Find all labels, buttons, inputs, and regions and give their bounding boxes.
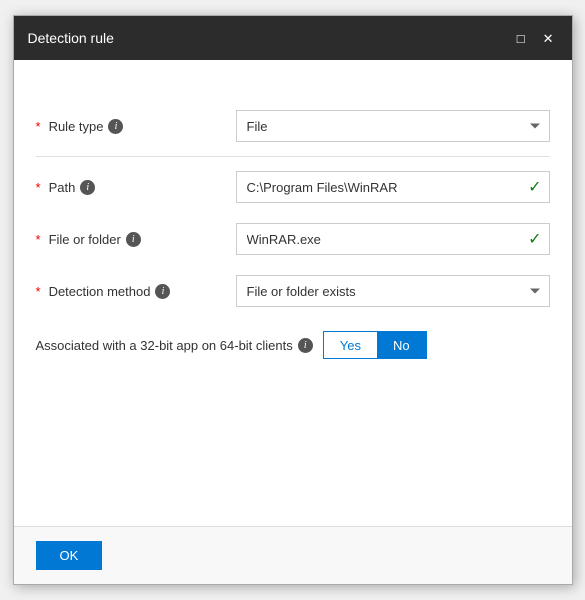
required-star-file: *: [36, 232, 41, 247]
associated-label: Associated with a 32-bit app on 64-bit c…: [36, 338, 313, 353]
rule-type-info-icon: i: [108, 119, 123, 134]
rule-type-select[interactable]: File Registry MSI Script: [236, 110, 550, 142]
path-group: * Path i ✓: [36, 161, 550, 213]
associated-32bit-row: Associated with a 32-bit app on 64-bit c…: [36, 321, 550, 369]
path-valid-icon: ✓: [528, 177, 541, 197]
dialog-body: * Rule type i File Registry MSI Script *…: [14, 60, 572, 527]
file-folder-input-wrapper: ✓: [236, 223, 550, 255]
path-label: * Path i: [36, 180, 236, 195]
detection-method-label-text: Detection method: [49, 284, 151, 299]
rule-type-label-text: Rule type: [49, 119, 104, 134]
path-info-icon: i: [80, 180, 95, 195]
rule-type-group: * Rule type i File Registry MSI Script: [36, 100, 550, 152]
file-folder-valid-icon: ✓: [528, 229, 541, 249]
associated-label-text: Associated with a 32-bit app on 64-bit c…: [36, 338, 293, 353]
minimize-button[interactable]: □: [513, 30, 529, 47]
divider-1: [36, 156, 550, 157]
no-button[interactable]: No: [377, 332, 426, 358]
detection-rule-dialog: Detection rule □ ✕ * Rule type i File Re…: [13, 15, 573, 585]
dialog-footer: OK: [14, 527, 572, 584]
associated-toggle-group: Yes No: [323, 331, 427, 359]
path-input[interactable]: [236, 171, 550, 203]
file-folder-input[interactable]: [236, 223, 550, 255]
dialog-title: Detection rule: [28, 30, 114, 46]
required-star-detection: *: [36, 284, 41, 299]
required-star: *: [36, 119, 41, 134]
path-input-wrapper: ✓: [236, 171, 550, 203]
detection-method-info-icon: i: [155, 284, 170, 299]
yes-button[interactable]: Yes: [324, 332, 377, 358]
associated-info-icon: i: [298, 338, 313, 353]
rule-type-label: * Rule type i: [36, 119, 236, 134]
file-folder-label: * File or folder i: [36, 232, 236, 247]
title-bar-controls: □ ✕: [513, 30, 558, 47]
ok-button[interactable]: OK: [36, 541, 103, 570]
file-folder-label-text: File or folder: [49, 232, 121, 247]
required-star-path: *: [36, 180, 41, 195]
detection-method-select-wrapper: File or folder exists Date modified Date…: [236, 275, 550, 307]
close-button[interactable]: ✕: [539, 30, 558, 47]
rule-type-select-wrapper: File Registry MSI Script: [236, 110, 550, 142]
detection-method-group: * Detection method i File or folder exis…: [36, 265, 550, 317]
file-folder-group: * File or folder i ✓: [36, 213, 550, 265]
title-bar: Detection rule □ ✕: [14, 16, 572, 60]
path-label-text: Path: [49, 180, 76, 195]
detection-method-select[interactable]: File or folder exists Date modified Date…: [236, 275, 550, 307]
file-folder-info-icon: i: [126, 232, 141, 247]
detection-method-label: * Detection method i: [36, 284, 236, 299]
